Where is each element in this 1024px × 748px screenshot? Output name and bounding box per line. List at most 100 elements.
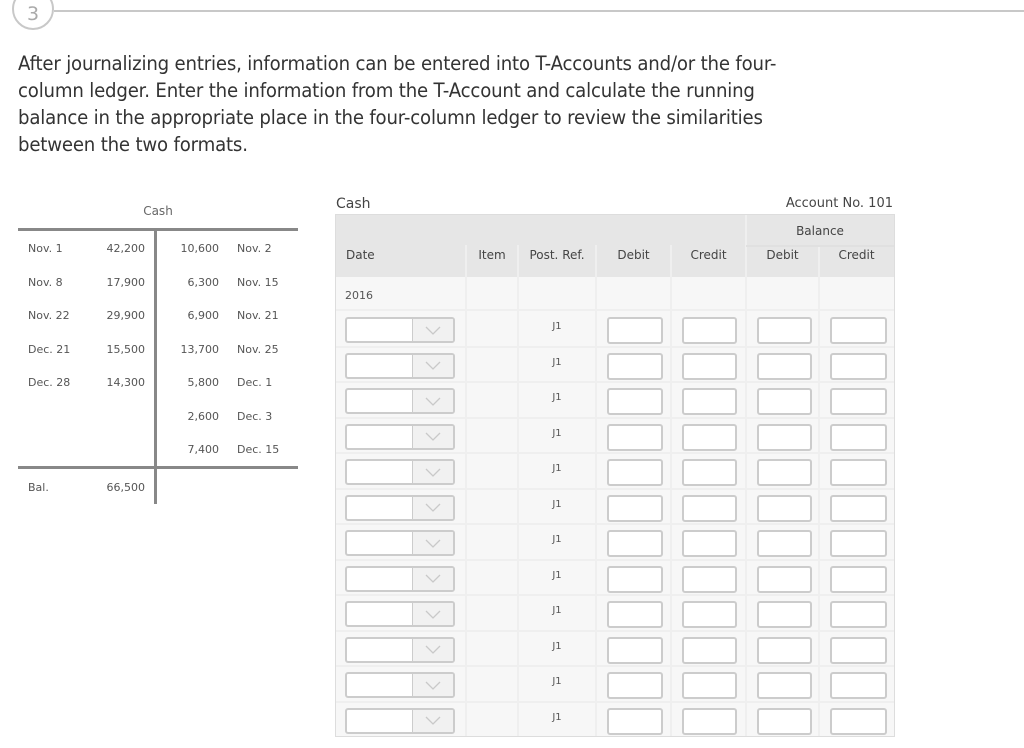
post-ref: J1 [552, 356, 562, 368]
balance-credit-input[interactable] [830, 672, 887, 699]
chevron-down-icon[interactable] [412, 496, 453, 519]
header-credit: Credit [690, 248, 727, 262]
chevron-down-icon[interactable] [412, 461, 453, 483]
credit-input[interactable] [682, 636, 737, 664]
debit-input[interactable] [607, 601, 663, 628]
post-ref: J1 [552, 392, 562, 403]
debit-input[interactable] [607, 530, 663, 557]
credit-input[interactable] [682, 530, 737, 557]
balance-debit-input[interactable] [757, 530, 812, 557]
ledger-row: J1 [336, 524, 894, 559]
date-dropdown[interactable] [345, 601, 455, 627]
balance-debit-input[interactable] [757, 494, 812, 522]
credit-input[interactable] [682, 423, 737, 451]
balance-debit-input[interactable] [757, 423, 812, 451]
ledger-row: J1 [336, 453, 894, 488]
balance-debit-input[interactable] [757, 317, 812, 344]
balance-debit-input[interactable] [757, 388, 812, 415]
credit-input[interactable] [682, 317, 737, 344]
balance-credit-input[interactable] [830, 459, 887, 486]
debit-input[interactable] [607, 707, 663, 735]
date-dropdown[interactable] [345, 459, 455, 485]
balance-debit-input[interactable] [757, 459, 812, 486]
balance-credit-input[interactable] [830, 530, 887, 557]
date-dropdown[interactable] [345, 494, 455, 521]
balance-debit-input[interactable] [757, 601, 812, 628]
ledger-row: J1 [336, 666, 894, 701]
balance-credit-input[interactable] [830, 636, 887, 664]
post-ref: J1 [552, 676, 562, 687]
post-ref: J1 [552, 534, 562, 545]
balance-credit-input[interactable] [830, 494, 887, 522]
balance-header-divider [746, 245, 894, 247]
credit-input[interactable] [682, 707, 737, 735]
t-debit-amount: 17,900 [106, 275, 146, 289]
chevron-down-icon[interactable] [412, 709, 453, 732]
credit-input[interactable] [682, 672, 737, 699]
chevron-down-icon[interactable] [412, 567, 453, 590]
chevron-down-icon[interactable] [412, 674, 453, 696]
balance-credit-input[interactable] [830, 317, 887, 344]
t-credit-amount: 7,400 [187, 443, 220, 456]
debit-input[interactable] [607, 672, 663, 699]
chevron-down-icon[interactable] [412, 354, 453, 377]
header-post-ref: Post. Ref. [529, 248, 585, 262]
chevron-down-icon[interactable] [412, 390, 453, 412]
date-dropdown[interactable] [345, 423, 455, 450]
credit-input[interactable] [682, 388, 737, 415]
credit-input[interactable] [682, 459, 737, 486]
ledger-account-number: Account No. 101 [785, 196, 893, 211]
t-account-center-rule [154, 228, 157, 504]
balance-debit-input[interactable] [757, 352, 812, 380]
t-debit-amount: 29,900 [106, 309, 146, 322]
debit-input[interactable] [607, 565, 663, 593]
t-balance-amount: 66,500 [106, 481, 146, 494]
debit-input[interactable] [607, 494, 663, 522]
ledger-row: J1 [336, 347, 894, 382]
balance-credit-input[interactable] [830, 707, 887, 735]
balance-credit-input[interactable] [830, 352, 887, 380]
chevron-down-icon[interactable] [412, 425, 453, 448]
date-dropdown[interactable] [345, 565, 455, 592]
ledger-row: J1 [336, 631, 894, 666]
balance-credit-input[interactable] [830, 565, 887, 593]
balance-debit-input[interactable] [757, 707, 812, 735]
debit-input[interactable] [607, 459, 663, 486]
credit-input[interactable] [682, 565, 737, 593]
post-ref: J1 [552, 427, 562, 439]
chevron-down-icon[interactable] [412, 603, 453, 625]
header-item: Item [478, 248, 506, 262]
post-ref: J1 [552, 640, 562, 652]
date-dropdown[interactable] [345, 707, 455, 734]
date-dropdown[interactable] [345, 530, 455, 556]
t-credit-date: Dec. 1 [237, 376, 273, 389]
date-dropdown[interactable] [345, 388, 455, 414]
date-dropdown[interactable] [345, 317, 455, 343]
debit-input[interactable] [607, 352, 663, 380]
step-number-badge: 3 [12, 0, 54, 30]
balance-debit-input[interactable] [757, 672, 812, 699]
date-dropdown[interactable] [345, 352, 455, 379]
credit-input[interactable] [682, 601, 737, 628]
debit-input[interactable] [607, 317, 663, 344]
post-ref: J1 [552, 463, 562, 474]
date-dropdown[interactable] [345, 672, 455, 698]
credit-input[interactable] [682, 352, 737, 380]
balance-credit-input[interactable] [830, 423, 887, 451]
debit-input[interactable] [607, 636, 663, 664]
balance-debit-input[interactable] [757, 636, 812, 664]
header-balance: Balance [796, 224, 844, 238]
balance-debit-input[interactable] [757, 565, 812, 593]
date-dropdown[interactable] [345, 636, 455, 663]
ledger-row: J1 [336, 382, 894, 417]
balance-credit-input[interactable] [830, 388, 887, 415]
debit-input[interactable] [607, 388, 663, 415]
chevron-down-icon[interactable] [412, 319, 453, 341]
ledger-row: J1 [336, 702, 894, 737]
chevron-down-icon[interactable] [412, 638, 453, 661]
t-debit-date: Nov. 22 [28, 309, 70, 322]
credit-input[interactable] [682, 494, 737, 522]
balance-credit-input[interactable] [830, 601, 887, 628]
debit-input[interactable] [607, 423, 663, 451]
chevron-down-icon[interactable] [412, 532, 453, 554]
